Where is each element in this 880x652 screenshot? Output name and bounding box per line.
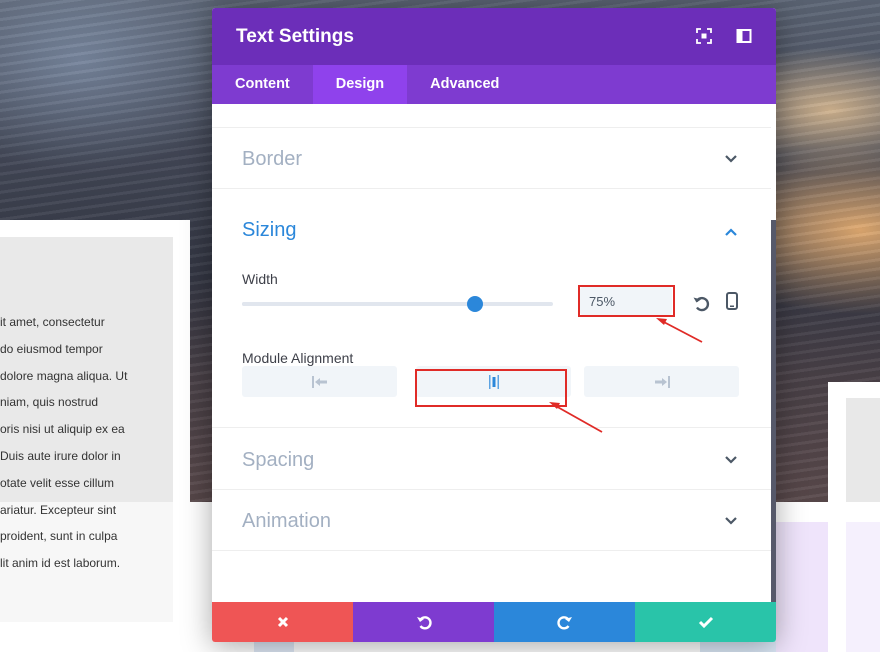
modal-title: Text Settings [236, 25, 354, 47]
width-slider-fill [242, 302, 476, 306]
section-title-border: Border [242, 148, 303, 170]
modal-footer [212, 602, 776, 642]
section-border[interactable]: Border [212, 128, 771, 189]
modal-header: Text Settings [212, 8, 776, 65]
align-right-icon [654, 375, 670, 388]
discard-button[interactable] [212, 602, 353, 642]
save-button[interactable] [635, 602, 776, 642]
check-icon [698, 616, 713, 628]
section-title-spacing: Spacing [242, 449, 315, 471]
tab-advanced[interactable]: Advanced [407, 65, 522, 104]
background-block [846, 522, 880, 652]
text-settings-modal: Text Settings Content Design Advanced Bo… [212, 8, 776, 642]
background-text-module: it amet, consectetur do eiusmod tempor d… [0, 220, 190, 622]
chevron-down-icon[interactable] [724, 154, 738, 164]
align-center-icon [488, 374, 499, 389]
text-line: it amet, consectetur [0, 315, 105, 329]
settings-body: Border Sizing Width Module Alignmen [212, 104, 776, 602]
sidebar-dock-icon[interactable] [736, 28, 752, 44]
undo-button[interactable] [353, 602, 494, 642]
align-left-icon [311, 375, 327, 388]
text-line: niam, quis nostrud [0, 395, 99, 410]
text-line: oris nisi ut aliquip ex ea [0, 422, 125, 437]
text-line: lit anim id est laborum. [0, 556, 121, 571]
align-left-button[interactable] [242, 366, 397, 397]
section-spacing[interactable]: Spacing [212, 428, 771, 490]
scrollbar[interactable] [771, 220, 776, 602]
background-module-inner [846, 398, 880, 502]
module-alignment-label: Module Alignment [242, 350, 354, 366]
text-line: dolore magna aliqua. Ut [0, 368, 128, 383]
text-line: proident, sunt in culpa [0, 529, 118, 544]
section-title-animation: Animation [242, 510, 331, 532]
text-line: ariatur. Excepteur sint [0, 502, 117, 517]
redo-icon [556, 616, 572, 630]
undo-icon [416, 616, 432, 630]
close-icon [277, 616, 288, 628]
background-block [776, 522, 828, 652]
align-center-button[interactable] [416, 366, 571, 397]
tab-content[interactable]: Content [212, 65, 313, 104]
redo-button[interactable] [494, 602, 635, 642]
width-input[interactable] [580, 287, 672, 315]
phone-icon[interactable] [726, 292, 738, 310]
text-line: do eiusmod tempor [0, 341, 103, 356]
chevron-up-icon[interactable] [724, 227, 738, 237]
text-line: Duis aute irure dolor in [0, 448, 121, 463]
settings-tabs: Content Design Advanced [212, 65, 776, 104]
chevron-down-icon[interactable] [724, 455, 738, 465]
background-text-lines: it amet, consectetur do eiusmod tempor d… [0, 309, 173, 577]
reset-icon[interactable] [692, 294, 710, 312]
expand-icon[interactable] [696, 28, 712, 44]
tab-design[interactable]: Design [312, 65, 408, 104]
width-label: Width [242, 271, 278, 287]
text-line: otate velit esse cillum [0, 475, 115, 490]
width-slider[interactable] [242, 296, 553, 312]
align-right-button[interactable] [584, 366, 739, 397]
chevron-down-icon[interactable] [724, 516, 738, 526]
section-animation[interactable]: Animation [212, 490, 771, 551]
section-title-sizing[interactable]: Sizing [242, 219, 296, 242]
section-divider-top [212, 104, 771, 128]
